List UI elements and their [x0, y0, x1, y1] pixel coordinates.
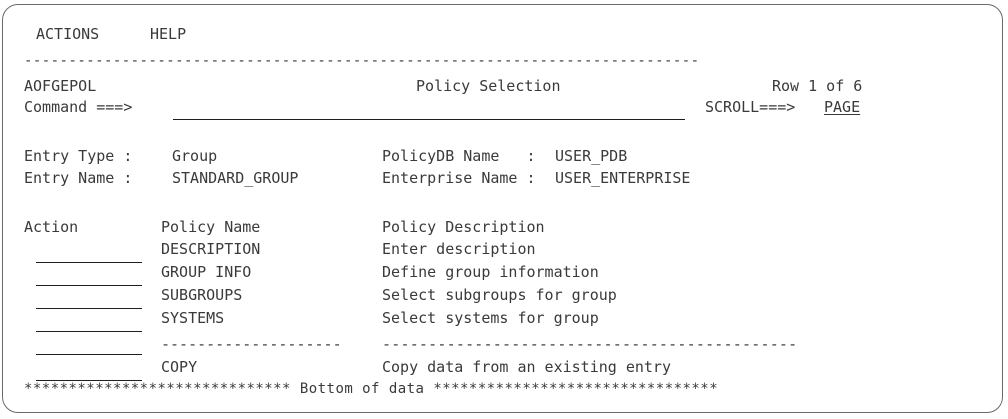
- policy-description: Define group information: [382, 263, 599, 281]
- policy-description: Enter description: [382, 240, 536, 258]
- row-indicator: Row 1 of 6: [772, 77, 863, 95]
- entry-name-value: STANDARD_GROUP: [172, 169, 299, 187]
- entry-name-label: Entry Name :: [24, 169, 133, 187]
- enterprise-name-value: USER_ENTERPRISE: [555, 169, 691, 187]
- enterprise-name-label: Enterprise Name :: [382, 169, 536, 187]
- action-input[interactable]: [36, 331, 142, 332]
- policy-name: GROUP INFO: [161, 263, 252, 281]
- column-header-policy-name: Policy Name: [161, 218, 261, 236]
- bottom-of-data-marker: ****************************** Bottom of…: [24, 381, 719, 397]
- policy-description: Select subgroups for group: [382, 286, 617, 304]
- policy-description: Select systems for group: [382, 309, 599, 327]
- policy-name: COPY: [161, 358, 198, 376]
- policy-description: Copy data from an existing entry: [382, 358, 671, 376]
- column-header-policy-description: Policy Description: [382, 218, 545, 236]
- policy-name: SYSTEMS: [161, 309, 225, 327]
- policy-separator-line: --------------------: [161, 335, 342, 353]
- scroll-label: SCROLL===>: [705, 98, 796, 116]
- command-input-underline: [173, 119, 685, 120]
- panel-id: AOFGEPOL: [24, 77, 97, 95]
- menu-actions[interactable]: ACTIONS: [36, 25, 99, 43]
- policydb-name-label: PolicyDB Name :: [382, 147, 536, 165]
- policy-name: DESCRIPTION: [161, 240, 261, 258]
- entry-type-label: Entry Type :: [24, 147, 133, 165]
- action-input[interactable]: [36, 262, 142, 263]
- policydb-name-value: USER_PDB: [555, 147, 628, 165]
- page-title: Policy Selection: [416, 77, 561, 95]
- action-input[interactable]: [36, 285, 142, 286]
- entry-type-value: Group: [172, 147, 218, 165]
- command-label: Command ===>: [24, 98, 133, 116]
- terminal-screen: ACTIONS HELP ---------------------------…: [0, 0, 1008, 419]
- menu-help[interactable]: HELP: [150, 25, 186, 43]
- column-header-action: Action: [24, 218, 79, 236]
- action-input[interactable]: [36, 308, 142, 309]
- policy-separator-line: ----------------------------------------…: [382, 335, 798, 353]
- policy-name: SUBGROUPS: [161, 286, 243, 304]
- action-input[interactable]: [36, 354, 142, 355]
- menu-separator: ----------------------------------------…: [24, 53, 700, 69]
- scroll-amount-field[interactable]: PAGE: [824, 98, 860, 116]
